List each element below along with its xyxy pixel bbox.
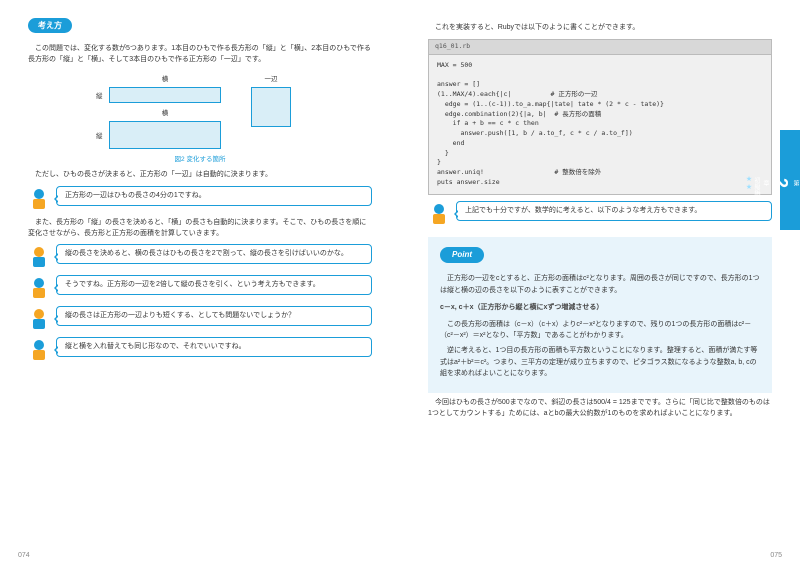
para-outro: 今回はひもの長さが500までなので、斜辺の長さは500/4 = 125までです。…: [428, 397, 772, 419]
tab-chapter-num: 2: [770, 178, 791, 188]
point-label: Point: [440, 247, 484, 264]
label-yoko-1: 横: [162, 73, 169, 83]
para-intro-right: これを実装すると、Rubyでは以下のように書くことができます。: [428, 22, 772, 33]
para-3: また、長方形の「縦」の長さを決めると、「横」の長さも自動的に決まります。そこで、…: [28, 217, 372, 239]
heading-label: 考え方: [28, 18, 72, 33]
point-p2: この長方形の面積は（c－x）（c＋x）よりc²－x²となりますので、残りの1つの…: [440, 319, 760, 341]
bubble-r1: 上記でも十分ですが、数学的に考えると、以下のような考え方もできます。: [456, 201, 772, 222]
tab-stars: ★★: [744, 175, 752, 191]
point-p1: 正方形の一辺をcとすると、正方形の面積はc²となります。周囲の長さが同じですので…: [440, 273, 760, 295]
teacher-icon: [428, 201, 450, 227]
label-tate-2: 縦: [96, 130, 103, 140]
label-ippen: 一辺: [265, 73, 278, 83]
chapter-tab: 第 2 章 初級編 ★★: [780, 130, 800, 230]
teacher-icon: [28, 275, 50, 301]
tab-label-2: 章: [761, 180, 770, 186]
diagram-caption: 図2 変化する箇所: [28, 153, 372, 163]
code-filename: q16_01.rb: [429, 40, 771, 55]
dialogue-4: 縦の長さは正方形の一辺よりも短くする、としても問題ないでしょうか？: [28, 306, 372, 332]
bubble-1: 正方形の一辺はひもの長さの4分の1ですね。: [56, 186, 372, 207]
bubble-5: 縦と横を入れ替えても同じ形なので、それでいいですね。: [56, 337, 372, 358]
point-formula: c－x, c＋x（正方形から縦と横にxずつ増減させる）: [440, 302, 760, 313]
point-box: Point 正方形の一辺をcとすると、正方形の面積はc²となります。周囲の長さが…: [428, 237, 772, 393]
bubble-3: そうですね。正方形の一辺を2倍して縦の長さを引く、という考え方もできます。: [56, 275, 372, 296]
teacher-icon: [28, 337, 50, 363]
dialogue-2: 縦の長さを決めると、横の長さはひもの長さを2で割って、縦の長さを引けばいいのかな…: [28, 244, 372, 270]
tab-sub: 初級編: [752, 177, 761, 195]
rect-1: 縦: [109, 87, 221, 103]
bubble-2: 縦の長さを決めると、横の長さはひもの長さを2で割って、縦の長さを引けばいいのかな…: [56, 244, 372, 265]
label-tate-1: 縦: [96, 90, 103, 100]
diagram-shapes: 横 縦 横 縦 一辺: [28, 73, 372, 149]
page-number-right: 075: [770, 552, 782, 559]
dialogue-r1: 上記でも十分ですが、数学的に考えると、以下のような考え方もできます。: [428, 201, 772, 227]
para-intro: この問題では、変化する数が5つあります。1本目のひもで作る長方形の「縦」と「横」…: [28, 43, 372, 65]
student-icon: [28, 244, 50, 270]
tab-label-1: 第: [791, 180, 800, 186]
code-body: MAX = 500 answer = [] (1..MAX/4).each{|c…: [429, 55, 771, 194]
teacher-icon: [28, 186, 50, 212]
bubble-4: 縦の長さは正方形の一辺よりも短くする、としても問題ないでしょうか？: [56, 306, 372, 327]
point-p3: 逆に考えると、1つ目の長方形の面積も平方数ということになります。整理すると、面積…: [440, 345, 760, 379]
square: [251, 87, 291, 127]
dialogue-3: そうですね。正方形の一辺を2倍して縦の長さを引く、という考え方もできます。: [28, 275, 372, 301]
student-icon: [28, 306, 50, 332]
dialogue-5: 縦と横を入れ替えても同じ形なので、それでいいですね。: [28, 337, 372, 363]
page-number-left: 074: [18, 552, 30, 559]
dialogue-1: 正方形の一辺はひもの長さの4分の1ですね。: [28, 186, 372, 212]
label-yoko-2: 横: [162, 107, 169, 117]
para-2: ただし、ひもの長さが決まると、正方形の「一辺」は自動的に決まります。: [28, 169, 372, 180]
rect-2: 縦: [109, 121, 221, 149]
code-block: q16_01.rb MAX = 500 answer = [] (1..MAX/…: [428, 39, 772, 195]
